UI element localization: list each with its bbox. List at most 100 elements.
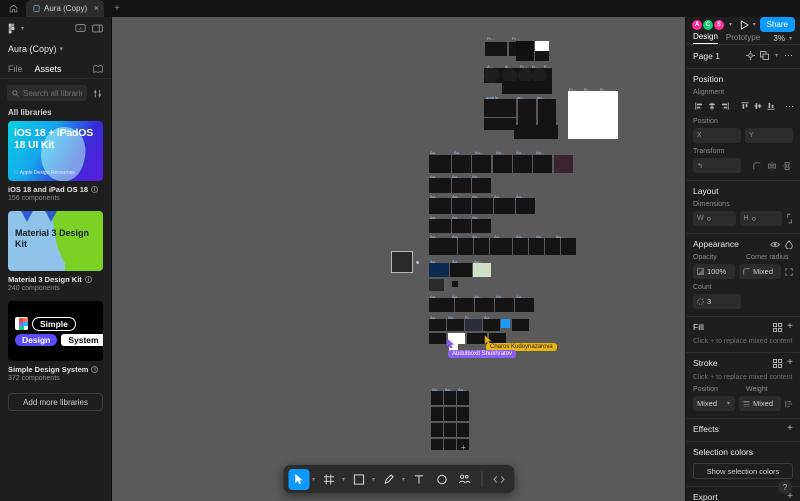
frame-thumbnail[interactable] [447,319,464,331]
duplicate-page-icon[interactable] [760,51,769,60]
frame-thumbnail[interactable] [457,407,469,421]
dev-mode-tool[interactable] [488,469,509,490]
keyboard-shortcut-icon[interactable]: A [74,22,87,35]
frame-thumbnail[interactable] [473,263,491,277]
comment-tool[interactable] [431,469,452,490]
frame-thumbnail[interactable] [452,281,458,287]
align-horizontal-center-icon[interactable] [706,99,718,113]
home-icon[interactable] [0,0,26,17]
library-book-icon[interactable] [93,64,103,73]
frame-thumbnail[interactable] [516,198,535,214]
frame-thumbnail[interactable] [474,238,489,255]
frame-thumbnail[interactable] [465,319,482,331]
tab-file[interactable]: File [8,64,23,74]
flip-vertical-icon[interactable] [781,159,793,173]
icon-thumbnail[interactable] [484,68,499,83]
corner-radius-icon[interactable] [751,159,763,173]
corner-radius-field[interactable]: Mixed [739,264,781,279]
frame-thumbnail[interactable] [516,41,534,61]
width-field[interactable]: W ○ [693,211,736,226]
add-export-button[interactable]: + [787,492,793,501]
frame-thumbnail[interactable] [475,298,494,312]
search-box[interactable] [7,85,87,101]
frame-thumbnail[interactable] [429,298,454,312]
frame-thumbnail[interactable] [458,238,473,255]
opacity-field[interactable]: 100% [693,264,735,279]
frame-thumbnail[interactable] [457,391,469,405]
height-field[interactable]: H ○ [739,211,782,226]
frame-thumbnail[interactable] [535,41,549,51]
add-effect-button[interactable]: + [787,424,793,434]
info-icon[interactable]: i [84,276,92,283]
frame-thumbnail[interactable] [444,407,456,421]
frame-thumbnail[interactable] [513,238,528,255]
frame-tool[interactable] [318,469,339,490]
blend-mode-icon[interactable] [785,239,793,249]
frame-thumbnail[interactable] [444,439,456,450]
share-button[interactable]: Share [759,17,795,32]
info-icon[interactable]: i [91,366,99,373]
frame-thumbnail[interactable] [452,155,471,173]
frame-thumbnail[interactable] [431,407,443,421]
filter-icon[interactable] [91,87,104,100]
tab-assets[interactable]: Assets [35,64,62,74]
frame-thumbnail[interactable] [512,319,529,331]
close-icon[interactable]: × [94,4,99,13]
search-input[interactable] [23,88,82,98]
frame-thumbnail[interactable] [561,238,576,255]
frame-thumbnail[interactable] [455,298,474,312]
frame-thumbnail[interactable] [484,99,516,117]
frame-thumbnail[interactable] [472,198,493,214]
frame-thumbnail[interactable] [483,319,500,331]
frame-thumbnail[interactable] [457,423,469,437]
frame-thumbnail[interactable] [502,81,552,94]
library-item-simple-design-system[interactable]: Simple Design System Simple Design Syste… [8,301,103,382]
more-align-icon[interactable]: ⋯ [785,101,794,112]
selection-handle[interactable] [416,261,419,264]
grid-settings-icon[interactable] [745,51,755,60]
frame-thumbnail[interactable] [452,219,471,233]
frame-thumbnail[interactable] [431,423,443,437]
logo-caret-icon[interactable]: ▾ [21,25,24,32]
stroke-weight-field[interactable]: Mixed [739,396,781,411]
frame-thumbnail[interactable] [444,391,456,405]
show-selection-colors-button[interactable]: Show selection colors [693,463,793,479]
frame-thumbnail[interactable] [452,198,471,214]
frame-thumbnail[interactable] [450,263,472,277]
new-tab-button[interactable]: + [104,0,130,17]
help-icon[interactable]: ? [778,480,792,494]
frame-thumbnail[interactable] [429,238,457,255]
frame-thumbnail[interactable] [495,298,514,312]
frame-thumbnail[interactable] [429,155,451,173]
avatar[interactable]: S [713,18,725,31]
page-name[interactable]: Page 1 [693,51,720,61]
present-caret-icon[interactable]: ▾ [753,21,756,28]
move-tool[interactable] [287,468,309,490]
frame-thumbnail[interactable] [429,198,451,214]
rotation-field[interactable]: ↰ [693,158,741,173]
zoom-caret-icon[interactable]: ▾ [789,35,792,42]
styles-icon[interactable] [773,322,783,332]
frame-thumbnail[interactable] [545,238,560,255]
pen-tool[interactable] [378,469,399,490]
position-y-field[interactable]: Y [745,128,793,143]
count-field[interactable]: 3 [693,294,741,309]
avatar-caret-icon[interactable]: ▾ [729,21,732,28]
library-item-ios[interactable]: iOS 18 + iPadOS 18 UI Kit  Apple Design… [8,121,103,202]
add-more-libraries-button[interactable]: Add more libraries [8,393,103,411]
frame-thumbnail[interactable] [431,391,443,405]
visibility-icon[interactable] [770,241,780,248]
frame-thumbnail[interactable] [501,319,510,328]
add-frame-icon[interactable]: + [461,443,466,452]
frame-thumbnail[interactable] [429,319,446,331]
add-stroke-button[interactable]: + [787,358,793,368]
more-options-icon[interactable]: ⋯ [784,50,793,61]
frame-thumbnail[interactable] [485,42,507,56]
frame-thumbnail[interactable] [494,198,515,214]
frame-thumbnail[interactable] [429,178,451,193]
frame-thumbnail[interactable] [452,178,471,193]
text-tool[interactable] [408,469,429,490]
frame-thumbnail[interactable] [554,155,573,173]
frame-thumbnail[interactable] [472,155,491,173]
move-tool-caret-icon[interactable]: ▾ [312,476,315,483]
